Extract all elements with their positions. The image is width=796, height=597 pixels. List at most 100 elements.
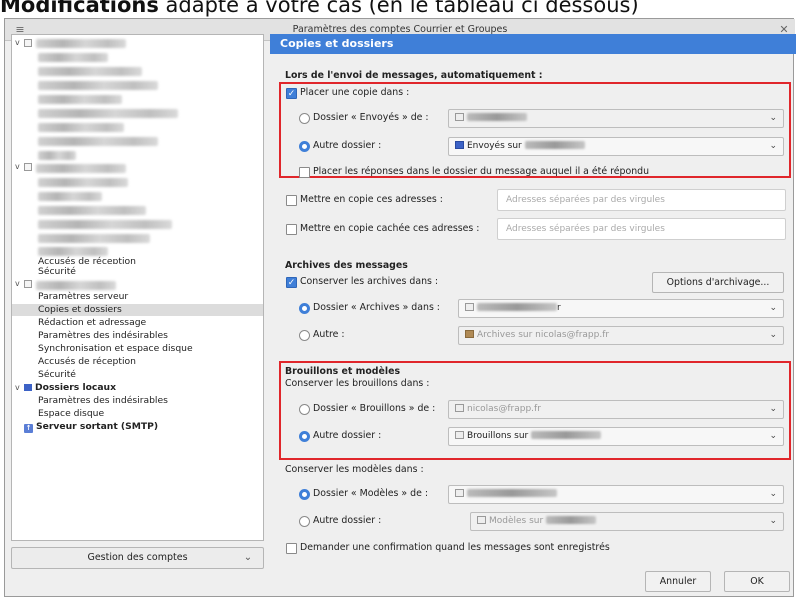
other-archives-radio[interactable] (299, 330, 310, 341)
sidebar-item-label: Sécurité (38, 266, 76, 277)
page-caption: Modifications adapte à votre cas (en le … (0, 0, 639, 17)
sidebar-item-label: Accusés de réception (38, 256, 136, 264)
sidebar-item[interactable]: Accusés de réception (12, 256, 263, 264)
confirm-save-label: Demander une confirmation quand les mess… (300, 542, 610, 553)
chevron-down-icon: ⌄ (769, 303, 777, 313)
place-copy-label: Placer une copie dans : (300, 87, 410, 98)
other-archives-value: Archives sur nicolas@frapp.fr (477, 330, 610, 340)
sidebar-item-label: Dossiers locaux (35, 382, 117, 393)
other-templates-radio[interactable] (299, 516, 310, 527)
account-actions-button[interactable]: Gestion des comptes (11, 547, 264, 569)
folder-icon (477, 516, 486, 524)
sidebar-item-label: Synchronisation et espace disque (38, 343, 193, 354)
cc-input[interactable]: Adresses séparées par des virgules (497, 189, 786, 211)
archives-account-select[interactable]: r ⌄ (458, 299, 784, 318)
sidebar-item-label: Paramètres serveur (38, 291, 129, 302)
chevron-down-icon: ⌄ (769, 489, 777, 499)
sent-folder-of-label: Dossier « Envoyés » de : (313, 112, 429, 123)
account-icon (455, 113, 464, 121)
account-icon (24, 39, 32, 47)
archive-options-button[interactable]: Options d'archivage... (652, 272, 784, 293)
sidebar-item-label: Paramètres des indésirables (38, 395, 168, 406)
drafts-folder-of-label: Dossier « Brouillons » de : (313, 403, 436, 414)
chevron-down-icon: ⌄ (243, 552, 253, 563)
bcc-input[interactable]: Adresses séparées par des virgules (497, 218, 786, 240)
chevron-down-icon: ⌄ (769, 141, 777, 151)
sidebar-item-receipts[interactable]: Accusés de réception (12, 356, 263, 368)
archives-folder-of-radio[interactable] (299, 303, 310, 314)
drafts-account-select[interactable]: nicolas@frapp.fr ⌄ (448, 400, 784, 419)
sidebar-item-label: Sécurité (38, 369, 76, 380)
other-folder-select[interactable]: Envoyés sur ⌄ (448, 137, 784, 156)
other-folder-label: Autre dossier : (313, 140, 382, 151)
confirm-save-checkbox[interactable] (286, 543, 297, 554)
sent-folder-account-select[interactable]: ⌄ (448, 109, 784, 128)
account-icon (455, 404, 464, 412)
other-templates-label: Autre dossier : (313, 515, 382, 526)
place-replies-label: Placer les réponses dans le dossier du m… (313, 166, 650, 177)
drafts-folder-of-radio[interactable] (299, 404, 310, 415)
sidebar-item-label: Espace disque (38, 408, 105, 419)
account-icon (24, 280, 32, 288)
expand-chevron-icon[interactable]: v (15, 278, 20, 290)
other-drafts-value: Brouillons sur (467, 431, 529, 441)
cc-label: Mettre en copie ces adresses : (300, 194, 443, 205)
account-tree: v v Accusés de réception Sécurité v Para… (11, 34, 264, 541)
folder-icon (455, 431, 464, 439)
cc-checkbox[interactable] (286, 195, 297, 206)
templates-folder-of-radio[interactable] (299, 489, 310, 500)
sidebar-item-security[interactable]: Sécurité (12, 266, 263, 278)
account-actions-label: Gestion des comptes (87, 552, 188, 563)
bcc-label: Mettre en copie cachée ces adresses : (300, 223, 480, 234)
place-replies-checkbox[interactable] (299, 167, 310, 178)
other-templates-value: Modèles sur (489, 516, 544, 526)
sidebar-item-disk-space[interactable]: Espace disque (12, 408, 263, 420)
cancel-button[interactable]: Annuler (645, 571, 711, 592)
bcc-checkbox[interactable] (286, 224, 297, 235)
keep-archives-label: Conserver les archives dans : (300, 276, 439, 287)
expand-chevron-icon[interactable]: v (15, 161, 20, 173)
sidebar-item-composition[interactable]: Rédaction et adressage (12, 317, 263, 329)
templates-folder-of-label: Dossier « Modèles » de : (313, 488, 428, 499)
sidebar-item-smtp[interactable]: ↑ Serveur sortant (SMTP) (12, 421, 263, 433)
sidebar-item-junk[interactable]: Paramètres des indésirables (12, 330, 263, 342)
chevron-down-icon: ⌄ (769, 516, 777, 526)
other-drafts-radio[interactable] (299, 431, 310, 442)
other-drafts-select[interactable]: Brouillons sur ⌄ (448, 427, 784, 446)
keep-archives-checkbox[interactable]: ✓ (286, 277, 297, 288)
sidebar-item-label: Copies et dossiers (38, 304, 122, 315)
sidebar-item-label: Serveur sortant (SMTP) (36, 421, 159, 432)
folder-icon (24, 384, 32, 391)
keep-drafts-label: Conserver les brouillons dans : (285, 378, 430, 389)
archive-folder-icon (465, 330, 474, 338)
ok-button[interactable]: OK (724, 571, 790, 592)
keep-templates-label: Conserver les modèles dans : (285, 464, 424, 475)
chevron-down-icon: ⌄ (769, 431, 777, 441)
other-templates-select[interactable]: Modèles sur ⌄ (470, 512, 784, 531)
sidebar-item-sync[interactable]: Synchronisation et espace disque (12, 343, 263, 355)
place-copy-checkbox[interactable]: ✓ (286, 88, 297, 99)
sending-section-title: Lors de l'envoi de messages, automatique… (285, 70, 543, 81)
drafts-account-value: nicolas@frapp.fr (467, 404, 541, 414)
drafts-section-title: Brouillons et modèles (285, 366, 401, 377)
other-folder-radio[interactable] (299, 141, 310, 152)
chevron-down-icon: ⌄ (769, 330, 777, 340)
expand-chevron-icon[interactable]: v (15, 37, 20, 49)
archives-account-value-suffix: r (557, 303, 561, 313)
sent-folder-of-radio[interactable] (299, 113, 310, 124)
sidebar-item-copies-folders[interactable]: Copies et dossiers (12, 304, 263, 316)
sidebar-item-local-folders[interactable]: Dossiers locaux (12, 382, 263, 394)
sidebar-item-label: Accusés de réception (38, 356, 136, 367)
sidebar-item-label: Rédaction et adressage (38, 317, 147, 328)
other-archives-select[interactable]: Archives sur nicolas@frapp.fr ⌄ (458, 326, 784, 345)
chevron-down-icon: ⌄ (769, 404, 777, 414)
other-folder-value: Envoyés sur (467, 141, 522, 151)
account-icon (455, 489, 464, 497)
templates-account-select[interactable]: ⌄ (448, 485, 784, 504)
sidebar-item-security[interactable]: Sécurité (12, 369, 263, 381)
other-drafts-label: Autre dossier : (313, 430, 382, 441)
archives-folder-of-label: Dossier « Archives » dans : (313, 302, 440, 313)
sidebar-item-server-settings[interactable]: Paramètres serveur (12, 291, 263, 303)
chevron-down-icon: ⌄ (769, 113, 777, 123)
sidebar-item-local-junk[interactable]: Paramètres des indésirables (12, 395, 263, 407)
